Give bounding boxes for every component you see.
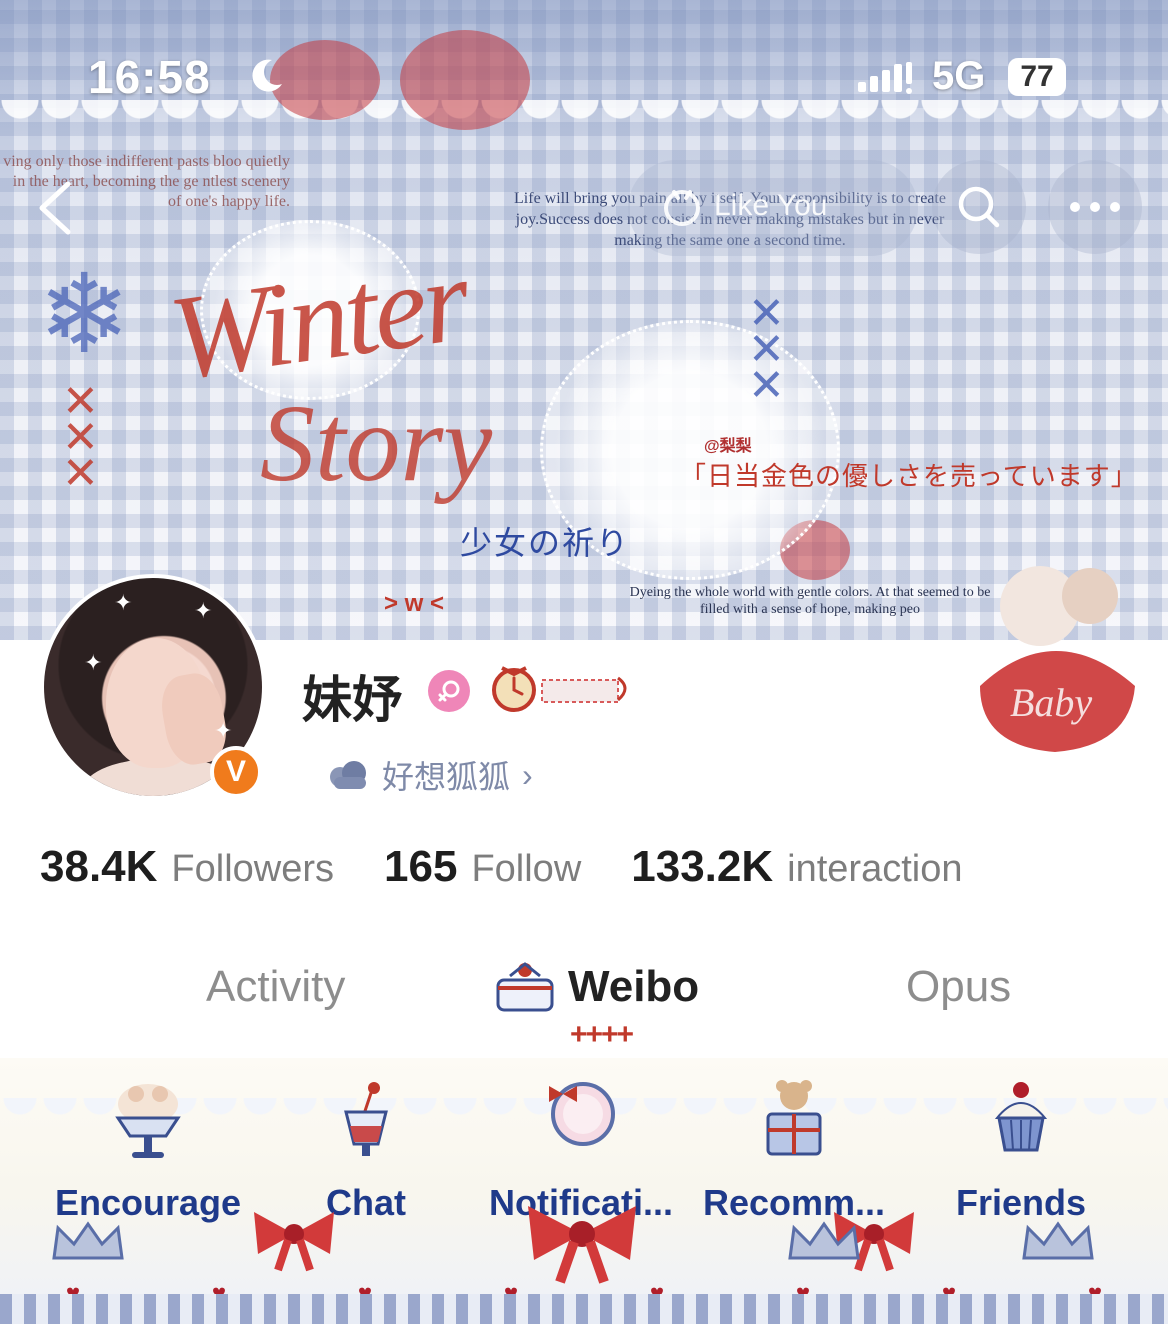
dessert-cup-icon [115, 1084, 181, 1158]
search-icon [958, 186, 1000, 228]
like-you-button[interactable]: Like You [660, 184, 827, 228]
banner-prayer-text: 少女の祈り [460, 524, 631, 562]
active-tab-indicator: ++++ [570, 1018, 634, 1051]
search-button[interactable] [932, 160, 1026, 254]
bow-icon [254, 1212, 334, 1272]
banner-emote: > w < [384, 590, 445, 617]
followers-count: 38.4K [40, 842, 158, 891]
bottom-navigation: Encourage Chat Notificati... Recomm... F… [0, 1058, 1168, 1324]
banner-japanese-line: 「日当金色の優しさを売っています」 [680, 462, 1138, 492]
sparkle-icon: ✦ [84, 650, 103, 675]
moon-icon [252, 59, 282, 92]
follow-count: 165 [384, 842, 458, 891]
battery-indicator: 77 [1008, 58, 1066, 96]
followers-label: Followers [171, 848, 335, 890]
chevron-right-icon: › [522, 756, 533, 793]
tab-activity[interactable]: Activity [206, 962, 345, 1012]
ribbon-lacing: ✕ ✕ ✕ [748, 289, 785, 410]
interaction-stat[interactable]: 133.2K interaction [631, 842, 962, 892]
clock-ribbon-decoration [492, 666, 627, 712]
interaction-count: 133.2K [631, 842, 774, 891]
stats-row: 38.4K Followers 165 Follow 133.2K intera… [40, 842, 1012, 892]
status-text: 好想狐狐 [382, 758, 511, 796]
female-icon [428, 670, 470, 712]
follow-stat[interactable]: 165 Follow [384, 842, 581, 892]
snowflake-icon: ❄ [38, 253, 131, 376]
like-you-label: Like You [714, 189, 828, 222]
username: 妹妤 [302, 671, 402, 729]
svg-text:Baby: Baby [1010, 680, 1092, 725]
mirror-icon [549, 1082, 615, 1146]
bow-icon [528, 1206, 636, 1284]
baby-plush-decoration: Baby [980, 566, 1135, 752]
cloud-icon [330, 761, 366, 789]
gingham-border [0, 1294, 1168, 1324]
tab-weibo[interactable]: Weibo [568, 962, 699, 1012]
back-button[interactable] [28, 178, 84, 238]
interaction-label: interaction [787, 848, 963, 890]
sparkle-icon: ✦ [194, 598, 213, 623]
crown-icon [1022, 1221, 1094, 1260]
tab-opus[interactable]: Opus [906, 962, 1011, 1012]
profile-tabs: Activity Weibo Opus ++++ [0, 948, 1168, 1051]
status-time: 16:58 [88, 51, 211, 103]
cupcake-icon [994, 1082, 1048, 1152]
banner-tag: @梨梨 [704, 438, 752, 455]
more-dots-icon [1070, 202, 1120, 212]
sparkle-icon: ✦ [114, 590, 133, 615]
banner-quote-bottom: Dyeing the whole world with gentle color… [629, 585, 991, 617]
followers-stat[interactable]: 38.4K Followers [40, 842, 334, 892]
verified-badge: V [210, 746, 262, 798]
crown-icon [52, 1221, 124, 1260]
decor-heart [400, 30, 530, 130]
more-button[interactable] [1048, 160, 1142, 254]
banner-script-subtitle: Story [260, 382, 493, 504]
cake-icon [496, 962, 554, 1012]
sparkle-icon: ✦ [214, 718, 233, 743]
heart-outline-icon [664, 190, 700, 226]
gift-bear-icon [766, 1080, 822, 1156]
drink-glass-icon [344, 1082, 388, 1156]
follow-label: Follow [471, 848, 582, 890]
signal-icon [858, 62, 912, 94]
decor-heart [270, 40, 380, 120]
crown-icon [788, 1221, 860, 1260]
ribbon-lacing: ✕ ✕ ✕ [62, 377, 99, 498]
status-link[interactable]: 好想狐狐 › [326, 752, 533, 798]
lace-trim [0, 100, 1168, 140]
network-label: 5G [932, 54, 986, 98]
